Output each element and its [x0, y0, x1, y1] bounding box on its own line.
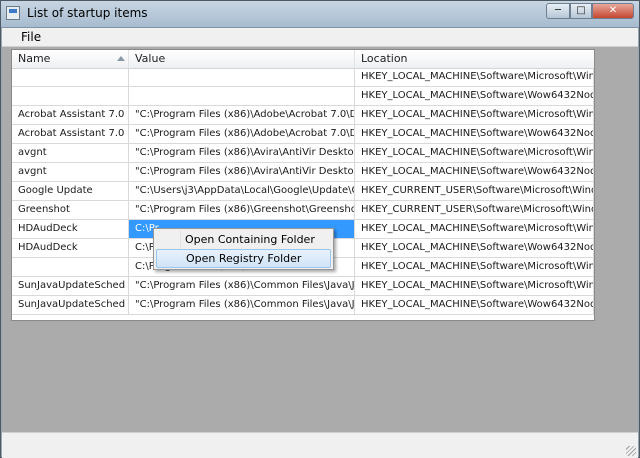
cell-name [12, 258, 129, 276]
minimize-icon: ─ [554, 5, 562, 16]
sort-ascending-icon [117, 56, 125, 61]
cell-location: HKEY_LOCAL_MACHINE\Software\Microsoft\Wi… [355, 277, 594, 295]
cell-name: SunJavaUpdateSched [12, 277, 129, 295]
list-item[interactable]: Acrobat Assistant 7.0 "C:\Program Files … [12, 125, 594, 144]
cell-location: HKEY_LOCAL_MACHINE\Software\Wow6432Node\… [355, 239, 594, 257]
list-item[interactable]: Greenshot "C:\Program Files (x86)\Greens… [12, 201, 594, 220]
cell-name [12, 87, 129, 105]
column-header-label: Name [18, 52, 51, 65]
cell-location: HKEY_LOCAL_MACHINE\Software\Microsoft\Wi… [355, 106, 594, 124]
list-item[interactable]: avgnt "C:\Program Files (x86)\Avira\Anti… [12, 163, 594, 182]
startup-items-list[interactable]: Name Value Location HKEY_LOCAL_MACHINE\S… [11, 49, 595, 321]
app-icon [6, 6, 20, 20]
cell-name: avgnt [12, 144, 129, 162]
cell-location: HKEY_LOCAL_MACHINE\Software\Microsoft\Wi… [355, 258, 594, 276]
cell-value: "C:\Program Files (x86)\Adobe\Acrobat 7.… [129, 106, 355, 124]
cell-value: "C:\Program Files (x86)\Avira\AntiVir De… [129, 163, 355, 181]
cell-location: HKEY_LOCAL_MACHINE\Software\Microsoft\Wi… [355, 220, 594, 238]
cell-name: avgnt [12, 163, 129, 181]
list-item[interactable]: Google Update "C:\Users\j3\AppData\Local… [12, 182, 594, 201]
list-item[interactable]: HKEY_LOCAL_MACHINE\Software\Wow6432Node\… [12, 87, 594, 106]
close-icon: ✕ [608, 5, 618, 16]
cell-location: HKEY_LOCAL_MACHINE\Software\Wow6432Node\… [355, 87, 594, 105]
menu-bar: File [2, 28, 638, 46]
menu-file[interactable]: File [21, 30, 41, 44]
cell-value: "C:\Program Files (x86)\Common Files\Jav… [129, 296, 355, 314]
cell-value: "C:\Program Files (x86)\Avira\AntiVir De… [129, 144, 355, 162]
window-title: List of startup items [27, 6, 148, 20]
cell-location: HKEY_CURRENT_USER\Software\Microsoft\Win… [355, 201, 594, 219]
column-header-location[interactable]: Location [355, 50, 594, 68]
cell-location: HKEY_LOCAL_MACHINE\Software\Wow6432Node\… [355, 296, 594, 314]
column-header-name[interactable]: Name [12, 50, 129, 68]
cell-name: Greenshot [12, 201, 129, 219]
title-bar[interactable]: List of startup items ─ □ ✕ [1, 1, 639, 28]
column-header-label: Location [361, 52, 408, 65]
cell-value: "C:\Users\j3\AppData\Local\Google\Update… [129, 182, 355, 200]
cell-location: HKEY_LOCAL_MACHINE\Software\Microsoft\Wi… [355, 68, 594, 86]
cell-name: Acrobat Assistant 7.0 [12, 106, 129, 124]
column-header-value[interactable]: Value [129, 50, 355, 68]
cell-location: HKEY_CURRENT_USER\Software\Microsoft\Win… [355, 182, 594, 200]
cell-name: Acrobat Assistant 7.0 [12, 125, 129, 143]
maximize-button[interactable]: □ [570, 3, 592, 19]
menu-item-open-containing-folder[interactable]: Open Containing Folder [156, 230, 331, 249]
list-item[interactable]: SunJavaUpdateSched "C:\Program Files (x8… [12, 296, 594, 315]
cell-value [129, 87, 355, 105]
cell-name: SunJavaUpdateSched [12, 296, 129, 314]
list-item[interactable]: SunJavaUpdateSched "C:\Program Files (x8… [12, 277, 594, 296]
list-item[interactable]: avgnt "C:\Program Files (x86)\Avira\Anti… [12, 144, 594, 163]
close-button[interactable]: ✕ [592, 3, 634, 19]
cell-location: HKEY_LOCAL_MACHINE\Software\Wow6432Node\… [355, 125, 594, 143]
cell-name: Google Update [12, 182, 129, 200]
minimize-button[interactable]: ─ [546, 3, 570, 19]
list-item[interactable]: Acrobat Assistant 7.0 "C:\Program Files … [12, 106, 594, 125]
cell-value: "C:\Program Files (x86)\Adobe\Acrobat 7.… [129, 125, 355, 143]
app-window: List of startup items ─ □ ✕ File Name Va… [0, 0, 640, 458]
column-header-label: Value [135, 52, 166, 65]
cell-location: HKEY_LOCAL_MACHINE\Software\Microsoft\Wi… [355, 144, 594, 162]
cell-location: HKEY_LOCAL_MACHINE\Software\Wow6432Node\… [355, 163, 594, 181]
cell-name: HDAudDeck [12, 239, 129, 257]
list-header: Name Value Location [12, 50, 594, 69]
cell-value: "C:\Program Files (x86)\Common Files\Jav… [129, 277, 355, 295]
resize-grip-icon[interactable] [626, 446, 636, 456]
cell-name: HDAudDeck [12, 220, 129, 238]
cell-value [129, 68, 355, 86]
cell-value: "C:\Program Files (x86)\Greenshot\Greens… [129, 201, 355, 219]
maximize-icon: □ [576, 5, 586, 16]
status-bar [2, 432, 638, 458]
cell-name [12, 68, 129, 86]
list-item[interactable]: HKEY_LOCAL_MACHINE\Software\Microsoft\Wi… [12, 68, 594, 87]
